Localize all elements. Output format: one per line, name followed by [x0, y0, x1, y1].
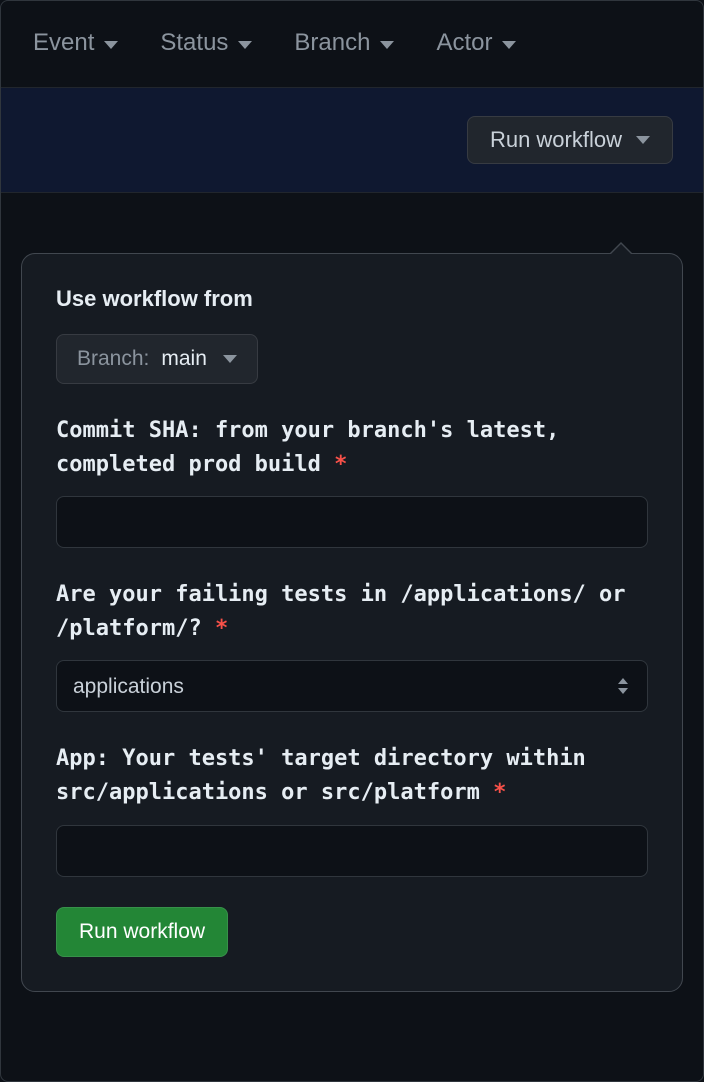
caret-down-icon — [223, 355, 237, 363]
filter-status-button[interactable]: Status — [160, 29, 252, 57]
commit-sha-label-text: Commit SHA: from your branch's latest, c… — [56, 418, 559, 477]
caret-down-icon — [636, 136, 650, 144]
filter-actor-button[interactable]: Actor — [436, 29, 516, 57]
filter-branch-label: Branch — [294, 29, 370, 57]
workflow-dispatch-band: Run workflow — [1, 88, 703, 193]
app-label: App: Your tests' target directory within… — [56, 742, 648, 810]
required-asterisk-icon: * — [493, 780, 506, 805]
caret-down-icon — [380, 41, 394, 49]
location-label: Are your failing tests in /applications/… — [56, 578, 648, 646]
filter-branch-button[interactable]: Branch — [294, 29, 394, 57]
branch-selector-label: Branch: — [77, 347, 149, 371]
filter-status-label: Status — [160, 29, 228, 57]
branch-selector-value: main — [161, 347, 207, 371]
run-workflow-submit-label: Run workflow — [79, 920, 205, 944]
caret-down-icon — [104, 41, 118, 49]
run-workflow-popover-wrap: Use workflow from Branch: main Commit SH… — [21, 253, 683, 992]
filter-bar: Event Status Branch Actor — [1, 1, 703, 88]
run-workflow-trigger-label: Run workflow — [490, 127, 622, 153]
filter-actor-label: Actor — [436, 29, 492, 57]
workflows-panel: Event Status Branch Actor Run workflow U… — [0, 0, 704, 1082]
location-label-text: Are your failing tests in /applications/… — [56, 582, 626, 641]
caret-down-icon — [238, 41, 252, 49]
use-workflow-from-title: Use workflow from — [56, 286, 648, 312]
required-asterisk-icon: * — [215, 616, 228, 641]
app-input[interactable] — [56, 825, 648, 877]
commit-sha-label: Commit SHA: from your branch's latest, c… — [56, 414, 648, 482]
filter-event-label: Event — [33, 29, 94, 57]
location-select-wrap: applicationsplatform — [56, 660, 648, 712]
run-workflow-popover: Use workflow from Branch: main Commit SH… — [21, 253, 683, 992]
run-workflow-submit-button[interactable]: Run workflow — [56, 907, 228, 957]
commit-sha-input[interactable] — [56, 496, 648, 548]
run-workflow-trigger-button[interactable]: Run workflow — [467, 116, 673, 164]
popover-arrow-icon — [609, 242, 633, 254]
location-select[interactable]: applicationsplatform — [56, 660, 648, 712]
filter-event-button[interactable]: Event — [33, 29, 118, 57]
branch-selector-button[interactable]: Branch: main — [56, 334, 258, 384]
required-asterisk-icon: * — [334, 452, 347, 477]
caret-down-icon — [502, 41, 516, 49]
